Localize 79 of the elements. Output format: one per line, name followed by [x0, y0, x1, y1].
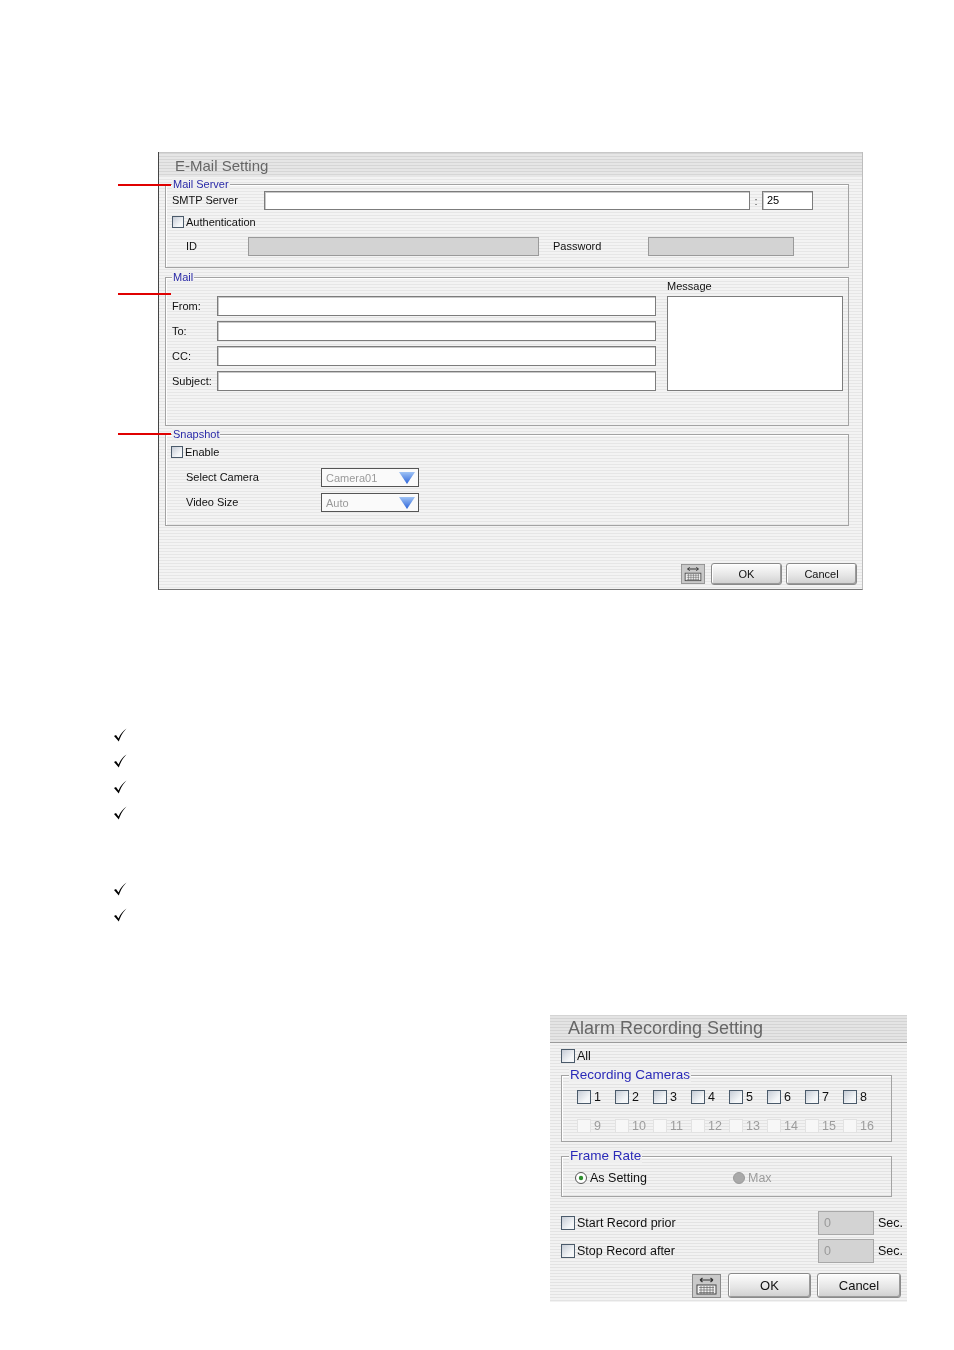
field-label: Password	[553, 240, 603, 253]
checkbox-label: 8	[860, 1090, 867, 1104]
field-label: Select Camera	[186, 471, 260, 484]
checkbox-label: 3	[670, 1090, 677, 1104]
checkbox[interactable]	[653, 1090, 667, 1104]
caret-icon	[399, 471, 415, 484]
window-title: E-Mail Setting	[159, 152, 862, 177]
checkbox-label: Authentication	[186, 215, 256, 229]
radio-label: Max	[748, 1171, 772, 1185]
checkbox-label: 15	[822, 1119, 836, 1133]
checkbox-label: 4	[708, 1090, 715, 1104]
checkbox-label: 12	[708, 1119, 722, 1133]
checkbox[interactable]	[172, 216, 184, 228]
checkbox[interactable]	[577, 1090, 591, 1104]
field-label: ID	[186, 240, 198, 253]
unit-label: Sec.	[878, 1244, 903, 1258]
group-legend: Frame Rate	[569, 1149, 643, 1163]
field-label: Subject:	[172, 374, 213, 388]
message-text-area[interactable]	[667, 296, 843, 391]
checkbox[interactable]	[691, 1090, 705, 1104]
unit-label: Sec.	[878, 1216, 903, 1230]
group-legend: Snapshot	[172, 428, 221, 440]
keyboard-icon[interactable]	[692, 1273, 721, 1298]
field-label: SMTP Server	[172, 194, 239, 207]
check-mark-icon	[113, 806, 127, 820]
checkbox-label: Start Record prior	[577, 1216, 677, 1230]
checkbox[interactable]	[843, 1090, 857, 1104]
check-mark-icon	[113, 882, 127, 896]
input-field[interactable]	[217, 296, 656, 316]
checkbox[interactable]	[615, 1090, 629, 1104]
checkbox-label: Enable	[185, 445, 220, 459]
field-label: To:	[172, 324, 188, 338]
input-field[interactable]	[264, 191, 750, 210]
checkbox[interactable]	[767, 1090, 781, 1104]
checkbox[interactable]	[805, 1090, 819, 1104]
radio-button[interactable]	[575, 1172, 587, 1184]
check-mark-icon	[113, 754, 127, 768]
group-legend: Mail Server	[172, 178, 230, 190]
dialog-button[interactable]: Cancel	[786, 563, 857, 585]
field-label: CC:	[172, 349, 192, 363]
check-mark-icon	[113, 780, 127, 794]
checkbox[interactable]	[729, 1090, 743, 1104]
leader-line	[118, 433, 171, 435]
checkbox-label: 1	[594, 1090, 601, 1104]
checkbox-label: 7	[822, 1090, 829, 1104]
keyboard-icon[interactable]	[681, 564, 705, 584]
dialog-button[interactable]: OK	[728, 1273, 811, 1298]
dialog-button[interactable]: OK	[711, 563, 782, 585]
radio-label: As Setting	[590, 1171, 647, 1185]
checkbox-label: All	[577, 1049, 591, 1063]
field-label: Message	[667, 279, 713, 294]
checkbox-label: 9	[594, 1119, 601, 1133]
checkbox-label: 16	[860, 1119, 874, 1133]
field-label: From:	[172, 299, 202, 313]
checkbox-label: 11	[670, 1119, 683, 1133]
input-field[interactable]	[217, 346, 656, 366]
checkbox-label: 5	[746, 1090, 753, 1104]
check-mark-icon	[113, 908, 127, 922]
input-field[interactable]	[217, 321, 656, 341]
window-title: Alarm Recording Setting	[550, 1015, 907, 1043]
checkbox-label: Stop Record after	[577, 1244, 676, 1258]
checkbox[interactable]	[171, 446, 183, 458]
checkbox-label: 14	[784, 1119, 798, 1133]
group-legend: Mail	[172, 271, 195, 283]
checkbox-label: 2	[632, 1090, 639, 1104]
leader-line	[118, 293, 171, 295]
leader-line	[118, 184, 171, 186]
field-label: Video Size	[186, 496, 240, 509]
input-field[interactable]	[217, 371, 656, 391]
checkbox-label: 6	[784, 1090, 791, 1104]
checkbox-label: 13	[746, 1119, 760, 1133]
port-field[interactable]: 25	[762, 191, 813, 210]
dialog-button[interactable]: Cancel	[817, 1273, 901, 1298]
checkbox-label: 10	[632, 1119, 646, 1133]
group-legend: Recording Cameras	[569, 1068, 692, 1082]
check-mark-icon	[113, 728, 127, 742]
caret-icon	[399, 496, 415, 509]
checkbox[interactable]	[561, 1049, 575, 1063]
separator-text: :	[753, 194, 759, 207]
